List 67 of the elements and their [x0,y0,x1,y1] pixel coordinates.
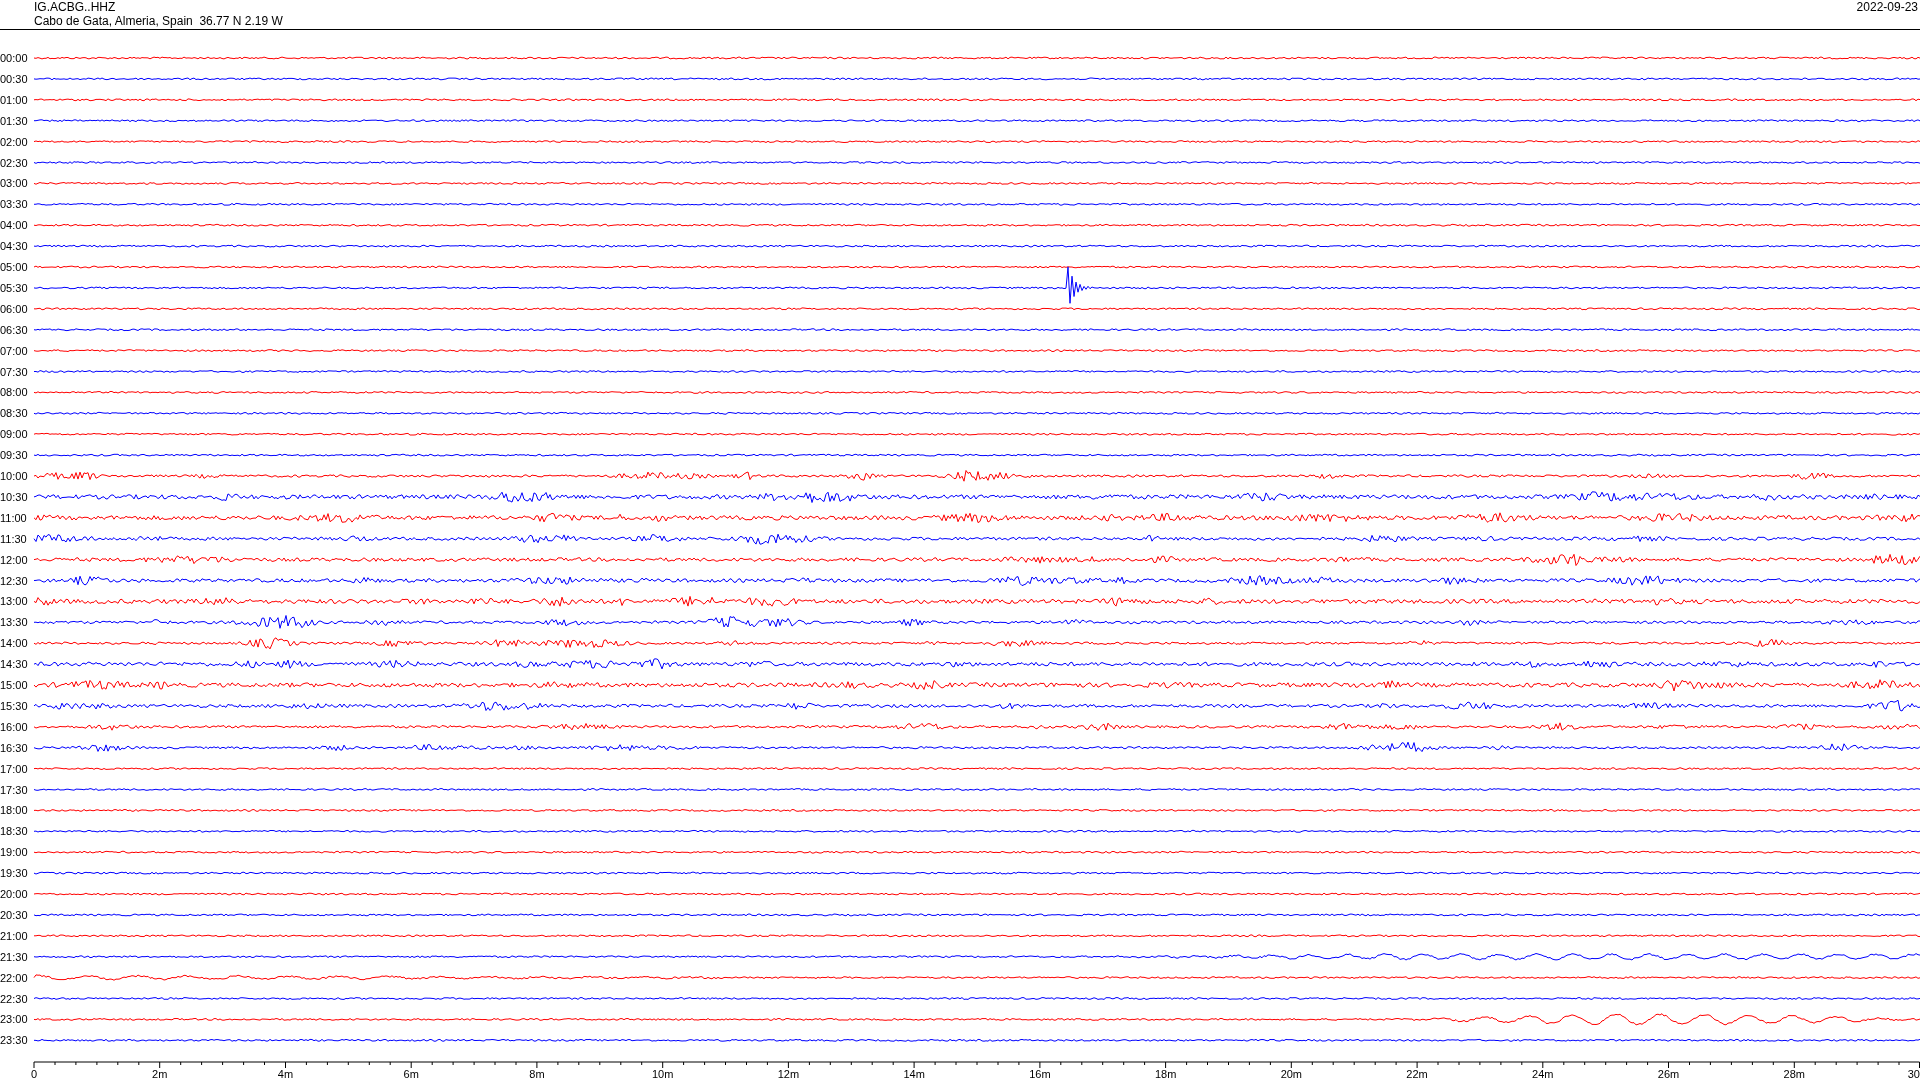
axis-tick-label: 2m [152,1068,168,1078]
axis-tick-label: 30 [1907,1068,1920,1078]
axis-tick-label: 16m [1029,1068,1051,1078]
trace-time-label: 14:00 [0,637,28,650]
axis-tick-label: 12m [777,1068,800,1078]
trace-time-label: 02:30 [0,156,28,169]
trace-time-label: 19:00 [0,846,28,859]
trace-time-label: 17:00 [0,762,28,775]
trace-time-label: 07:00 [0,344,28,357]
trace-time-label: 08:30 [0,407,28,420]
trace-time-label: 22:30 [0,992,28,1005]
date-label: 2022-09-23 [1856,0,1918,14]
trace-time-label: 00:00 [0,52,28,64]
axis-tick-label: 18m [1154,1068,1177,1078]
trace-time-label: 06:30 [0,323,28,336]
trace-time-label: 15:30 [0,699,28,712]
axis-tick-label: 8m [529,1068,545,1078]
trace-time-label: 11:30 [0,532,27,545]
trace-time-label: 10:00 [0,470,28,482]
axis-tick-label: 4m [277,1068,294,1078]
trace-time-label: 09:00 [0,428,28,441]
trace-time-label: 20:30 [0,908,28,921]
trace-time-label: 16:00 [0,720,28,733]
trace-time-label: 23:00 [0,1013,28,1026]
trace-time-label: 23:30 [0,1034,28,1047]
axis-tick-label: 6m [403,1068,419,1078]
axis-tick-label: 0 [31,1068,38,1078]
trace-time-label: 17:30 [0,783,28,796]
axis-tick-label: 20m [1280,1068,1303,1078]
trace-time-label: 18:30 [0,825,28,838]
trace-time-label: 04:00 [0,219,28,232]
station-code: IG.ACBG..HHZ [34,0,116,14]
trace-time-label: 12:30 [0,574,28,587]
trace-time-label: 06:00 [0,302,28,315]
trace-time-label: 20:00 [0,888,28,900]
trace-time-label: 13:00 [0,595,28,608]
trace-time-label: 11:00 [0,511,27,524]
trace-time-label: 03:30 [0,198,28,211]
trace-time-label: 14:30 [0,658,28,671]
trace-time-label: 13:30 [0,616,28,629]
axis-tick-label: 22m [1406,1068,1428,1078]
trace-time-label: 16:30 [0,741,28,754]
trace-time-label: 22:00 [0,971,28,984]
trace-time-label: 00:30 [0,72,28,85]
axis-tick-label: 26m [1657,1068,1680,1078]
axis-tick-label: 14m [903,1068,925,1078]
trace-time-label: 21:30 [0,950,28,963]
trace-time-label: 10:30 [0,490,28,503]
trace-time-label: 09:30 [0,449,28,462]
trace-time-label: 12:00 [0,553,28,566]
trace-time-label: 02:00 [0,135,28,148]
trace-time-label: 01:00 [0,93,28,106]
trace-time-label: 18:00 [0,804,28,817]
trace-time-label: 01:30 [0,114,28,127]
trace-time-label: 08:00 [0,386,28,399]
station-location: Cabo de Gata, Almeria, Spain 36.77 N 2.19 W [34,14,283,28]
axis-tick-label: 10m [651,1068,674,1078]
trace-time-label: 19:30 [0,867,28,880]
trace-time-label: 05:30 [0,281,28,294]
trace-time-label: 04:30 [0,240,28,253]
trace-time-label: 21:00 [0,929,28,942]
trace-time-label: 15:00 [0,679,28,691]
axis-tick-label: 28m [1783,1068,1805,1078]
trace-time-label: 05:00 [0,261,28,273]
axis-tick-label: 24m [1532,1068,1554,1078]
trace-time-label: 07:30 [0,365,28,378]
trace-time-label: 03:00 [0,177,28,190]
